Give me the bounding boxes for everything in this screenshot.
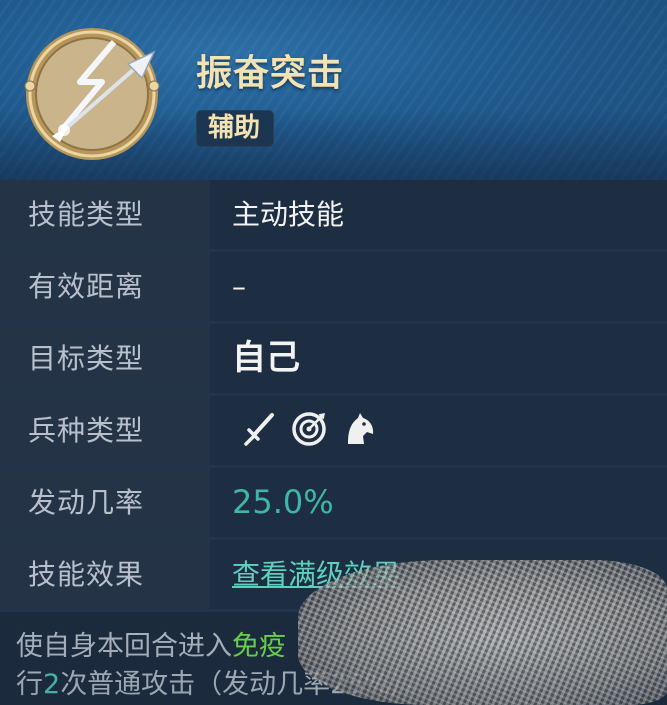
cavalry-icon bbox=[348, 413, 374, 444]
target-icon bbox=[292, 412, 326, 446]
row-target-type: 目标类型 自己 bbox=[0, 324, 667, 396]
row-skill-type: 技能类型 主动技能 bbox=[0, 180, 667, 252]
description-text: 行 bbox=[16, 669, 43, 700]
description-text: 使自身本回合进入 bbox=[16, 631, 232, 662]
row-label: 发动几率 bbox=[28, 486, 145, 519]
row-label: 有效距离 bbox=[28, 270, 145, 303]
row-value: 自己 bbox=[232, 338, 300, 378]
row-value: 主动技能 bbox=[232, 198, 345, 231]
row-label: 技能效果 bbox=[28, 558, 145, 591]
row-label: 目标类型 bbox=[28, 342, 145, 375]
row-label: 兵种类型 bbox=[28, 414, 145, 447]
description-highlight: 免疫 bbox=[232, 631, 286, 662]
skill-header: 振奋突击 辅助 bbox=[0, 0, 667, 180]
row-effective-range: 有效距离 – bbox=[0, 252, 667, 324]
row-label: 技能类型 bbox=[28, 198, 145, 231]
troop-icons bbox=[240, 410, 378, 448]
obscured-overlay bbox=[298, 560, 667, 705]
spear-icon bbox=[24, 28, 160, 160]
row-trigger-rate: 发动几率 25.0% bbox=[0, 468, 667, 540]
skill-name: 振奋突击 bbox=[196, 53, 345, 94]
attack-count: 2 bbox=[43, 669, 61, 700]
skill-attributes: 技能类型 主动技能 有效距离 – 目标类型 自己 兵种类型 发动几率 25.0%… bbox=[0, 180, 667, 612]
sword-icon bbox=[244, 413, 274, 446]
row-value: – bbox=[232, 270, 246, 303]
skill-type-badge: 辅助 bbox=[196, 110, 275, 147]
trigger-rate-value: 25.0% bbox=[232, 483, 334, 521]
row-troop-type: 兵种类型 bbox=[0, 396, 667, 468]
